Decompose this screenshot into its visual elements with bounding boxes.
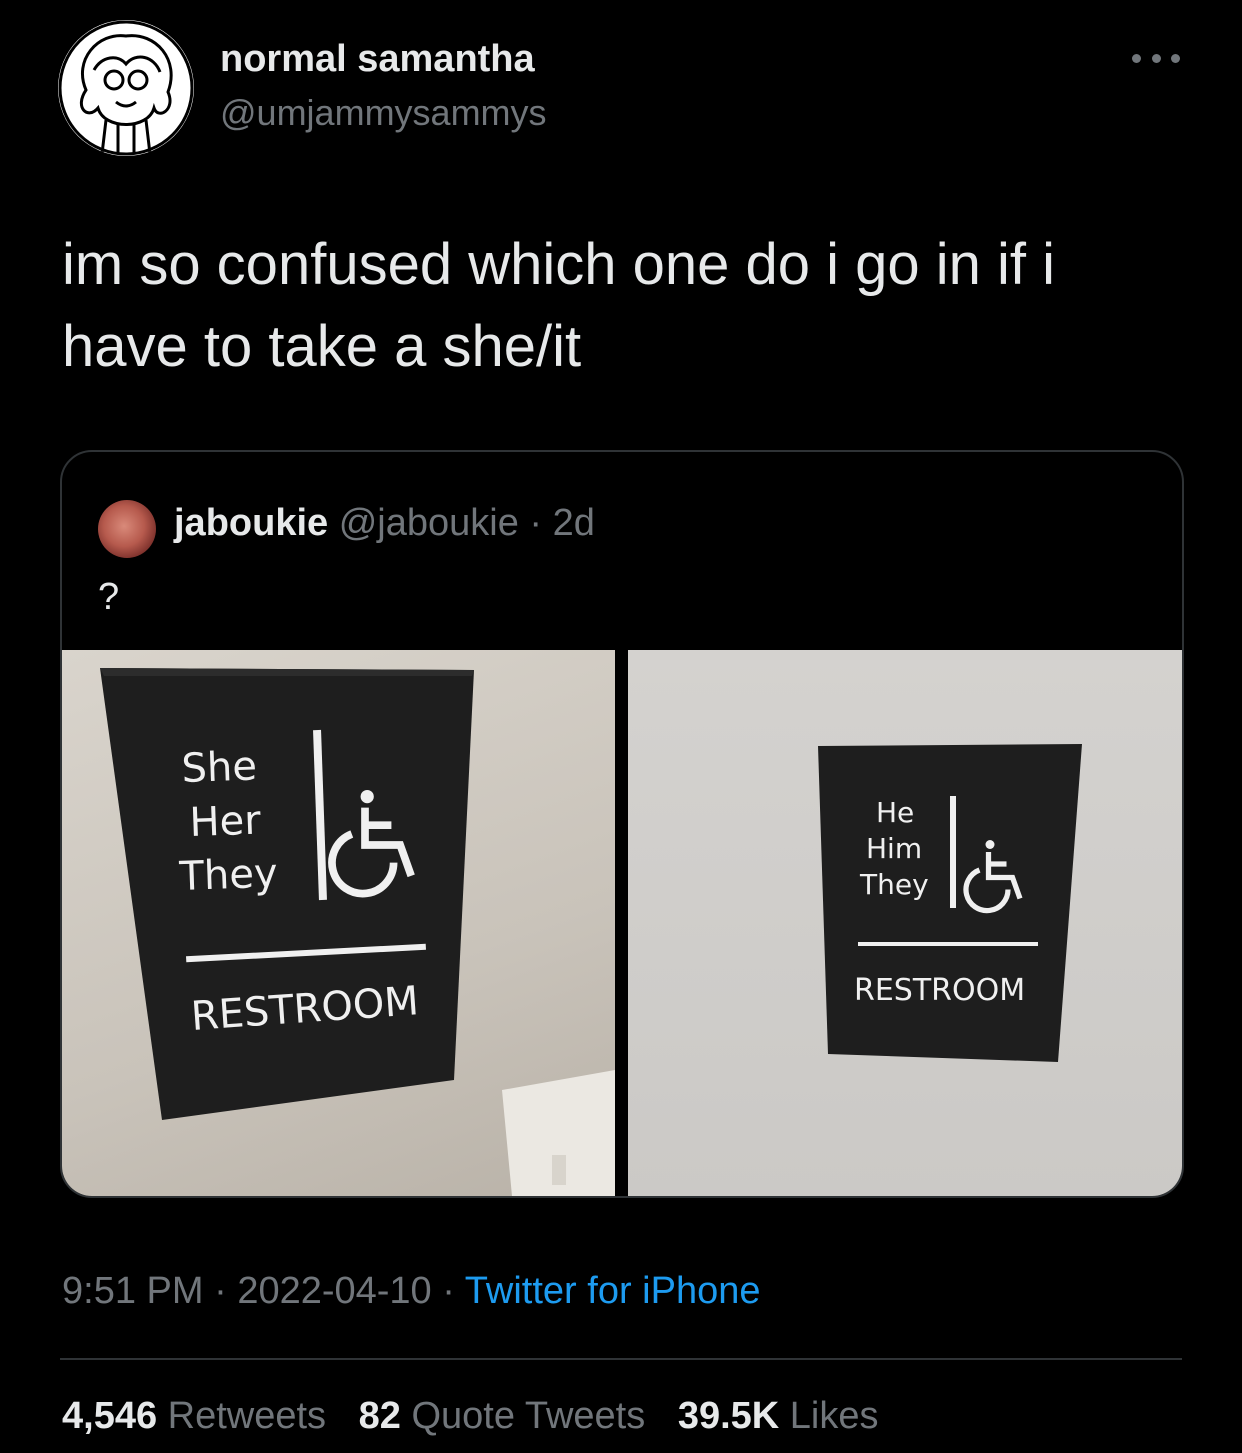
sign-line: They bbox=[859, 868, 929, 901]
sign-line: He bbox=[876, 796, 914, 829]
likes-stat[interactable]: 39.5K Likes bbox=[678, 1395, 879, 1437]
sign-line: Her bbox=[189, 798, 262, 846]
quoted-tweet[interactable]: jaboukie @jaboukie · 2d ? She Her They R… bbox=[60, 450, 1184, 1198]
sign-line: She bbox=[181, 743, 258, 792]
restroom-sign-photo: He Him They RESTROOM bbox=[818, 744, 1082, 1062]
likes-label: Likes bbox=[789, 1395, 879, 1437]
quoted-time: · 2d bbox=[529, 502, 595, 544]
meta-separator: · bbox=[431, 1270, 465, 1312]
more-horizontal-icon[interactable] bbox=[1132, 48, 1180, 68]
media-image[interactable]: He Him They RESTROOM bbox=[628, 650, 1182, 1196]
display-name[interactable]: normal samantha bbox=[220, 38, 535, 81]
meta-separator: · bbox=[203, 1270, 238, 1312]
quoted-media: She Her They RESTROOM He Him They RESTRO… bbox=[62, 650, 1182, 1196]
tweet-stats: 4,546 Retweets 82 Quote Tweets 39.5K Lik… bbox=[62, 1395, 901, 1438]
sign-line: Him bbox=[866, 832, 922, 865]
restroom-sign-photo: She Her They RESTROOM bbox=[100, 668, 615, 1196]
media-divider bbox=[615, 650, 628, 1196]
more-dot bbox=[1171, 53, 1180, 63]
quoted-handle[interactable]: @jaboukie bbox=[339, 502, 519, 544]
quote-tweets-stat[interactable]: 82 Quote Tweets bbox=[359, 1395, 646, 1437]
avatar[interactable] bbox=[58, 20, 194, 156]
quoted-text: ? bbox=[98, 576, 120, 618]
retweets-count: 4,546 bbox=[62, 1395, 158, 1437]
sign-bottom-label: RESTROOM bbox=[854, 973, 1025, 1008]
more-dot bbox=[1132, 53, 1141, 63]
quoted-display-name[interactable]: jaboukie bbox=[174, 502, 328, 544]
quoted-avatar[interactable] bbox=[98, 500, 156, 558]
retweets-label: Retweets bbox=[167, 1395, 327, 1437]
retweets-stat[interactable]: 4,546 Retweets bbox=[62, 1395, 326, 1437]
quote-tweets-label: Quote Tweets bbox=[411, 1395, 646, 1437]
media-image[interactable]: She Her They RESTROOM bbox=[62, 650, 615, 1196]
doodle-portrait-icon bbox=[58, 20, 194, 156]
quote-tweets-count: 82 bbox=[358, 1395, 401, 1437]
sign-line: They bbox=[178, 851, 279, 900]
client-link[interactable]: Twitter for iPhone bbox=[465, 1270, 761, 1312]
tweet-meta: 9:51 PM · 2022-04-10 · Twitter for iPhon… bbox=[62, 1270, 760, 1313]
quoted-header: jaboukie @jaboukie · 2d bbox=[174, 502, 595, 545]
tweet-text: im so confused which one do i go in if i… bbox=[62, 232, 1055, 379]
likes-count: 39.5K bbox=[677, 1395, 780, 1437]
tweet-date[interactable]: 2022-04-10 bbox=[237, 1270, 431, 1312]
more-dot bbox=[1151, 53, 1161, 63]
divider bbox=[60, 1358, 1182, 1360]
handle[interactable]: @umjammysammys bbox=[220, 92, 547, 134]
tweet-time[interactable]: 9:51 PM bbox=[62, 1270, 204, 1312]
